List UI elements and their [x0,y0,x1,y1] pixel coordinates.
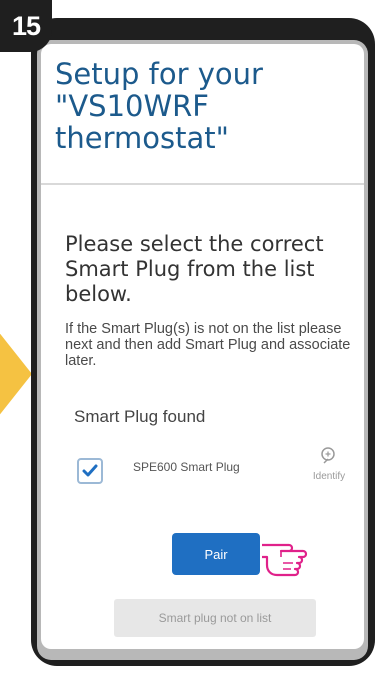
found-label: Smart Plug found [74,407,206,426]
title-divider [41,183,364,185]
pointing-hand-icon [262,543,308,577]
instruction-heading: Please select the correct Smart Plug fro… [65,232,324,306]
checkmark-icon [82,464,98,477]
setup-card: Setup for your "VS10WRF thermostat" Plea… [41,44,364,649]
identify-label: Identify [312,471,346,482]
step-number: 15 [11,10,41,41]
pair-button[interactable]: Pair [172,533,260,575]
identify-button[interactable]: Identify [305,446,353,482]
page-title: Setup for your "VS10WRF thermostat" [55,57,263,155]
step-badge: 15 [0,0,52,52]
device-name: SPE600 Smart Plug [133,460,240,474]
identify-search-icon [321,447,335,464]
arrow-icon [0,326,32,422]
device-checkbox[interactable] [77,458,103,484]
smart-plug-not-on-list-button[interactable]: Smart plug not on list [114,599,316,637]
instruction-description: If the Smart Plug(s) is not on the list … [65,321,351,369]
